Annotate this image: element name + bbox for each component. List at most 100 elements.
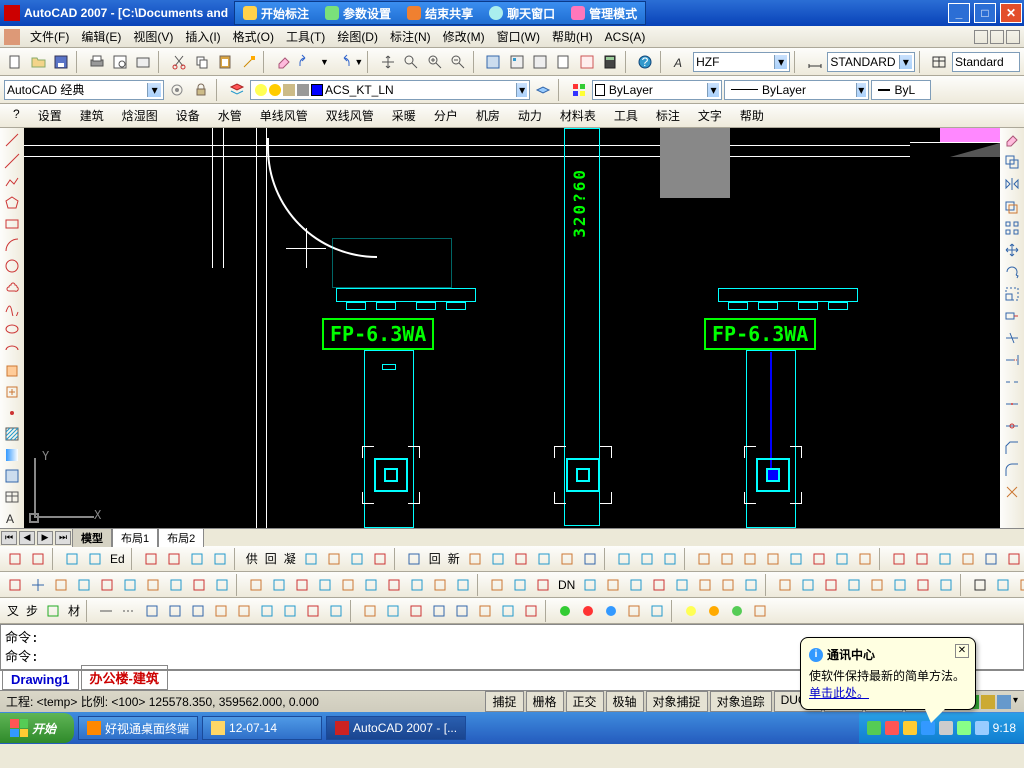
menu-item[interactable]: 编辑(E) <box>75 28 127 46</box>
status-toggle[interactable]: 捕捉 <box>485 691 523 712</box>
status-toggle[interactable]: 正交 <box>566 691 604 712</box>
share-end[interactable]: 结束共享 <box>399 5 481 22</box>
o[interactable] <box>405 600 427 622</box>
o[interactable] <box>487 548 509 570</box>
eraser-icon[interactable] <box>273 51 294 73</box>
rotate-icon[interactable] <box>1002 262 1022 282</box>
z[interactable] <box>680 600 702 622</box>
menu-item[interactable]: 窗口(W) <box>491 28 546 46</box>
offset-icon[interactable] <box>1002 196 1022 216</box>
menu-item[interactable]: 帮助(H) <box>546 28 599 46</box>
t[interactable] <box>613 548 635 570</box>
dimstyle-icon[interactable] <box>804 51 825 73</box>
al[interactable] <box>912 574 934 596</box>
b[interactable] <box>95 600 117 622</box>
g[interactable] <box>186 548 208 570</box>
maximize-button[interactable]: □ <box>974 3 996 23</box>
m[interactable] <box>403 548 425 570</box>
taskbar-task[interactable]: AutoCAD 2007 - [... <box>326 716 466 740</box>
x[interactable] <box>716 548 738 570</box>
polygon-icon[interactable] <box>2 193 22 212</box>
menu2-item[interactable]: 建筑 <box>71 105 113 126</box>
status-toggle[interactable]: 极轴 <box>606 691 644 712</box>
k[interactable] <box>245 574 267 596</box>
menu2-item[interactable]: 文字 <box>689 105 731 126</box>
menu2-item[interactable]: 机房 <box>467 105 509 126</box>
block-icon[interactable] <box>2 362 22 381</box>
save-icon[interactable] <box>51 51 72 73</box>
f[interactable] <box>163 548 185 570</box>
makeblock-icon[interactable] <box>2 383 22 402</box>
copy-icon[interactable] <box>191 51 212 73</box>
cut-icon[interactable] <box>168 51 189 73</box>
d[interactable] <box>73 574 95 596</box>
tray-icon-2[interactable] <box>885 721 899 735</box>
o[interactable] <box>337 574 359 596</box>
linetype-dropdown[interactable]: ▾ <box>724 80 869 100</box>
aj[interactable] <box>1003 548 1024 570</box>
new-icon[interactable] <box>4 51 25 73</box>
n[interactable] <box>382 600 404 622</box>
p[interactable] <box>360 574 382 596</box>
menu2-item[interactable]: 材料表 <box>551 105 605 126</box>
menu2-item[interactable]: 工具 <box>605 105 647 126</box>
tray-icon-4[interactable] <box>921 721 935 735</box>
tab-next[interactable]: ▶ <box>37 531 53 545</box>
tray-icon-3[interactable] <box>903 721 917 735</box>
k[interactable] <box>346 548 368 570</box>
taskbar-task[interactable]: 好视通桌面终端 <box>78 716 198 740</box>
doc-tab-2[interactable]: 办公楼-建筑 <box>81 665 168 690</box>
mtext-icon[interactable]: A <box>2 509 22 528</box>
zoom-prev-icon[interactable] <box>447 51 468 73</box>
menu2-item[interactable]: 设备 <box>167 105 209 126</box>
ai[interactable] <box>843 574 865 596</box>
zoom-realtime-icon[interactable] <box>400 51 421 73</box>
c[interactable] <box>50 574 72 596</box>
w[interactable] <box>600 600 622 622</box>
s[interactable] <box>579 548 601 570</box>
workspace-dropdown[interactable]: ▾ <box>4 80 164 100</box>
start-button[interactable]: 开始 <box>0 713 74 743</box>
status-toggle[interactable]: 对象捕捉 <box>646 691 708 712</box>
menu-item[interactable]: 文件(F) <box>24 28 75 46</box>
l[interactable] <box>325 600 347 622</box>
aa[interactable] <box>703 600 725 622</box>
trim-icon[interactable] <box>1002 328 1022 348</box>
d[interactable] <box>84 548 106 570</box>
share-params[interactable]: 参数设置 <box>317 5 399 22</box>
x[interactable] <box>579 574 601 596</box>
h[interactable] <box>233 600 255 622</box>
g[interactable] <box>142 574 164 596</box>
ab[interactable] <box>726 600 748 622</box>
menu2-item[interactable]: 焓湿图 <box>113 105 167 126</box>
e[interactable] <box>164 600 186 622</box>
table-icon[interactable] <box>2 488 22 507</box>
stretch-icon[interactable] <box>1002 306 1022 326</box>
ellipsearc-icon[interactable] <box>2 340 22 359</box>
match-icon[interactable] <box>238 51 259 73</box>
help-icon[interactable]: ? <box>635 51 656 73</box>
ah[interactable] <box>820 574 842 596</box>
status-toggle[interactable]: 对象追踪 <box>710 691 772 712</box>
calc-icon[interactable] <box>599 51 620 73</box>
balloon-link[interactable]: 单击此处。 <box>809 686 869 700</box>
menu2-item[interactable]: 动力 <box>509 105 551 126</box>
tab-first[interactable]: ⏮ <box>1 531 17 545</box>
clock[interactable]: 9:18 <box>993 721 1016 735</box>
textstyle-dropdown[interactable]: ▾ <box>693 52 790 72</box>
menu2-item[interactable]: 双线风管 <box>317 105 383 126</box>
r[interactable] <box>474 600 496 622</box>
point-icon[interactable] <box>2 404 22 423</box>
menu-item[interactable]: 视图(V) <box>127 28 179 46</box>
m[interactable] <box>359 600 381 622</box>
lineweight-dropdown[interactable] <box>871 80 931 100</box>
ae[interactable] <box>740 574 762 596</box>
sheet-icon[interactable] <box>553 51 574 73</box>
mdi-close[interactable] <box>1006 30 1020 44</box>
tray-icon-6[interactable] <box>957 721 971 735</box>
region-icon[interactable] <box>2 467 22 486</box>
ah[interactable] <box>957 548 979 570</box>
join-icon[interactable] <box>1002 416 1022 436</box>
menu2-item[interactable]: 分户 <box>425 105 467 126</box>
balloon-close[interactable]: ✕ <box>955 644 969 658</box>
